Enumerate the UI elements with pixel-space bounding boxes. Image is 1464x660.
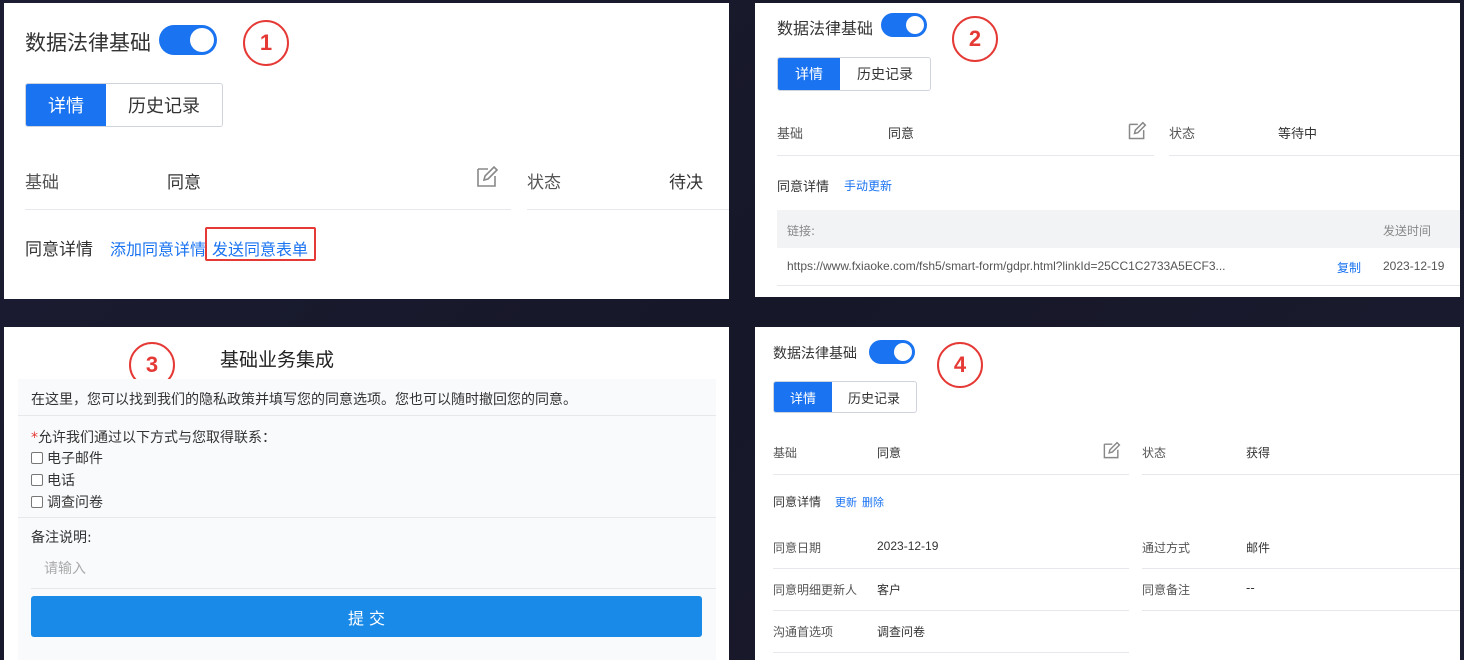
toggle-knob [190, 28, 214, 52]
divider [1142, 474, 1460, 475]
legal-basis-toggle[interactable] [881, 13, 927, 37]
delete-link[interactable]: 删除 [862, 494, 884, 510]
divider [25, 209, 511, 210]
field-label: 同意日期 [773, 541, 822, 555]
divider [1169, 155, 1460, 156]
panel-title: 数据法律基础 [773, 346, 857, 362]
divider [773, 652, 1129, 653]
divider [773, 610, 1129, 611]
field-label: 同意明细更新人 [773, 583, 858, 597]
field-label: 同意备注 [1142, 583, 1191, 597]
checkbox[interactable] [31, 474, 43, 486]
status-value: 待决 [669, 173, 703, 193]
required-mark: * [31, 430, 38, 446]
divider [1142, 610, 1460, 611]
tab-bar: 详情 历史记录 [25, 83, 223, 127]
manual-update-link[interactable]: 手动更新 [844, 177, 892, 194]
question-text: 允许我们通过以下方式与您取得联系： [38, 430, 276, 446]
divider [527, 209, 729, 210]
divider [773, 474, 1129, 475]
basis-value: 同意 [877, 446, 902, 460]
tab-details[interactable]: 详情 [774, 382, 832, 412]
option-label: 电子邮件 [47, 451, 103, 467]
option-survey[interactable]: 调查问卷 [31, 492, 103, 512]
option-phone[interactable]: 电话 [31, 470, 75, 490]
contact-question: *允许我们通过以下方式与您取得联系： [31, 427, 276, 447]
basis-label: 基础 [777, 127, 804, 142]
divider [777, 155, 1154, 156]
edit-icon[interactable] [1102, 441, 1121, 460]
divider [31, 588, 716, 589]
legal-basis-toggle[interactable] [159, 25, 217, 55]
update-link[interactable]: 更新 [835, 494, 857, 510]
option-label: 调查问卷 [47, 495, 103, 511]
panel-1: 数据法律基础 1 详情 历史记录 基础 同意 状态 待决 同意详情 添加同意详情… [4, 3, 729, 299]
consent-form-url[interactable]: https://www.fxiaoke.com/fsh5/smart-form/… [787, 259, 1226, 273]
divider [18, 415, 716, 416]
divider [18, 517, 716, 518]
divider [773, 568, 1129, 569]
divider [777, 285, 1460, 286]
basis-value: 同意 [888, 127, 915, 142]
toggle-knob [894, 343, 912, 361]
field-value: 调查问卷 [877, 625, 926, 639]
submit-button[interactable]: 提 交 [31, 596, 702, 637]
panel-title: 数据法律基础 [25, 31, 151, 55]
step-badge: 4 [937, 342, 983, 388]
panel-2: 数据法律基础 2 详情 历史记录 基础 同意 状态 等待中 同意详情 手动更新 … [755, 3, 1460, 297]
checkbox[interactable] [31, 496, 43, 508]
privacy-intro: 在这里，您可以找到我们的隐私政策并填写您的同意选项。您也可以随时撤回您的同意。 [31, 392, 577, 408]
field-value: -- [1246, 581, 1255, 595]
panel-4: 数据法律基础 4 详情 历史记录 基础 同意 状态 获得 同意详情 更新 删除 … [755, 327, 1460, 660]
tab-history[interactable]: 历史记录 [840, 58, 930, 90]
option-label: 电话 [47, 473, 75, 489]
status-label: 状态 [527, 173, 561, 193]
tab-bar: 详情 历史记录 [777, 57, 931, 91]
form-title: 基础业务集成 [220, 349, 335, 371]
tab-bar: 详情 历史记录 [773, 381, 917, 413]
field-value: 邮件 [1246, 541, 1271, 555]
status-label: 状态 [1169, 127, 1196, 142]
panel-3: 基础业务集成 3 在这里，您可以找到我们的隐私政策并填写您的同意选项。您也可以随… [4, 327, 729, 660]
form-header-bg [18, 343, 716, 380]
add-consent-detail-link[interactable]: 添加同意详情 [110, 236, 206, 260]
field-label: 沟通首选项 [773, 625, 834, 639]
link-table-header [777, 210, 1460, 248]
basis-label: 基础 [25, 173, 59, 193]
field-value: 2023-12-19 [877, 539, 939, 553]
submit-label: 提 交 [347, 608, 386, 628]
edit-icon[interactable] [1127, 121, 1147, 141]
field-label: 通过方式 [1142, 541, 1191, 555]
legal-basis-toggle[interactable] [869, 340, 915, 364]
consent-detail-label: 同意详情 [25, 240, 93, 260]
tab-history[interactable]: 历史记录 [832, 382, 916, 412]
step-badge: 2 [952, 16, 998, 62]
option-email[interactable]: 电子邮件 [31, 448, 103, 468]
notes-label: 备注说明: [31, 530, 92, 546]
status-value: 等待中 [1278, 127, 1318, 142]
consent-detail-label: 同意详情 [777, 180, 830, 195]
field-value: 客户 [877, 583, 902, 597]
consent-detail-label: 同意详情 [773, 495, 822, 509]
status-label: 状态 [1142, 446, 1167, 460]
basis-value: 同意 [167, 173, 201, 193]
status-value: 获得 [1246, 446, 1271, 460]
toggle-knob [906, 16, 924, 34]
tab-history[interactable]: 历史记录 [106, 84, 222, 126]
checkbox[interactable] [31, 452, 43, 464]
edit-icon[interactable] [475, 165, 499, 189]
tab-details[interactable]: 详情 [778, 58, 840, 90]
divider [1142, 568, 1460, 569]
col-time-header: 发送时间 [1383, 224, 1432, 238]
panel-title: 数据法律基础 [777, 19, 874, 38]
copy-link-button[interactable]: 复制 [1337, 259, 1361, 276]
send-consent-form-link[interactable]: 发送同意表单 [212, 236, 308, 260]
notes-input[interactable]: 请输入 [44, 558, 86, 578]
step-badge: 1 [243, 20, 289, 66]
col-link-header: 链接: [787, 224, 816, 238]
tab-details[interactable]: 详情 [26, 84, 106, 126]
sent-time: 2023-12-19 [1383, 259, 1445, 273]
basis-label: 基础 [773, 446, 798, 460]
